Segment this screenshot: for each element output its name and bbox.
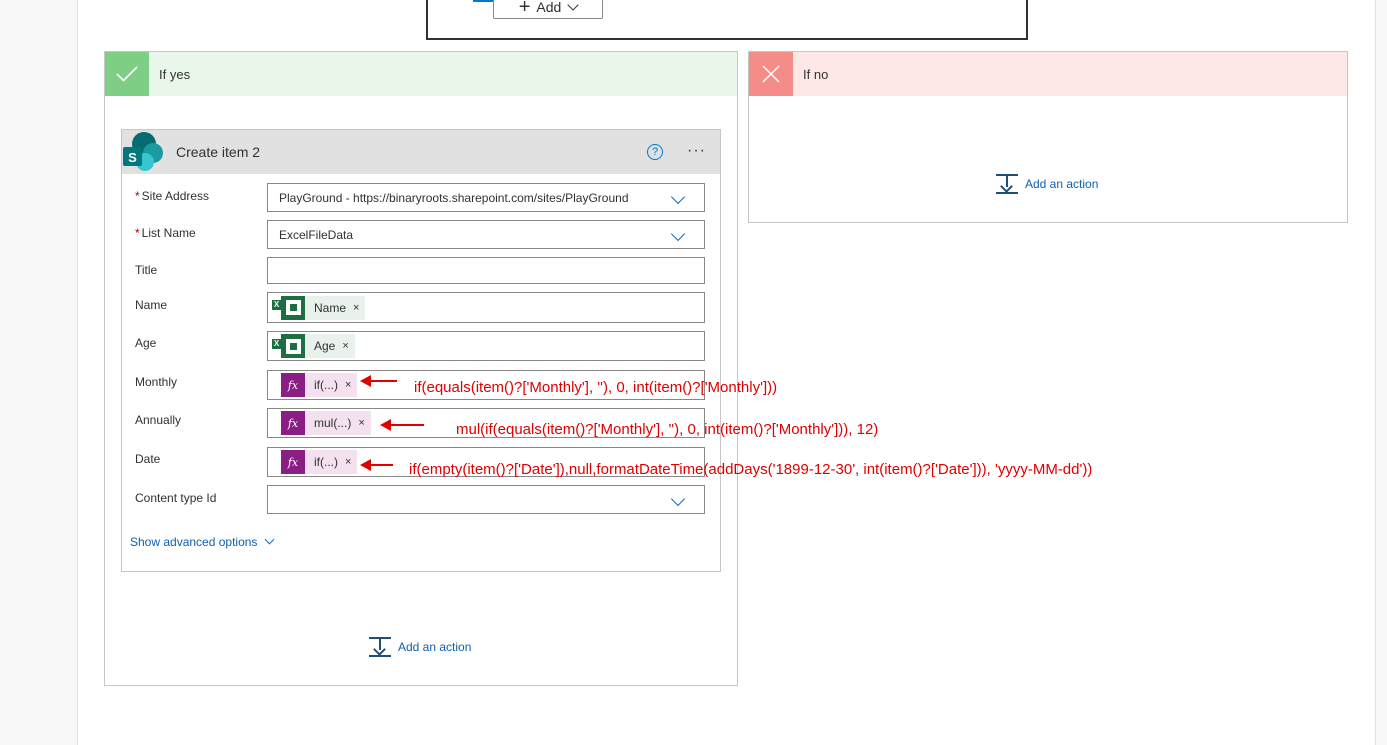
add-action-icon	[996, 174, 1018, 194]
annually-label: Annually	[135, 413, 182, 427]
content-type-id-label: Content type Id	[135, 491, 217, 505]
title-field[interactable]	[267, 257, 705, 284]
name-field[interactable]: X Name ×	[267, 292, 705, 323]
annotation-monthly: if(equals(item()?['Monthly'], ''), 0, in…	[414, 379, 778, 396]
annotation-arrow-monthly	[360, 375, 397, 387]
expression-icon: fx	[281, 373, 305, 397]
chevron-down-icon[interactable]	[670, 491, 686, 507]
svg-text:S: S	[128, 150, 137, 165]
site-address-value: PlayGround - https://binaryroots.sharepo…	[279, 190, 629, 205]
annually-expression-token[interactable]: fx mul(...) ×	[281, 411, 371, 435]
required-marker: *	[135, 226, 140, 240]
add-action-label: Add an action	[398, 640, 472, 654]
create-item-card: S Create item 2 ? ··· * Site Address Play…	[121, 129, 721, 572]
remove-token-icon[interactable]: ×	[342, 340, 348, 352]
condition-connector	[473, 0, 495, 2]
monthly-label: Monthly	[135, 375, 178, 389]
card-title: Create item 2	[176, 144, 261, 160]
age-token[interactable]: X Age ×	[272, 334, 355, 358]
site-address-label: * Site Address	[135, 189, 210, 203]
add-action-label: Add an action	[1025, 177, 1099, 191]
add-button[interactable]: + Add	[493, 0, 603, 19]
help-icon[interactable]: ?	[647, 144, 663, 160]
age-label: Age	[135, 336, 157, 350]
monthly-expression-token[interactable]: fx if(...) ×	[281, 373, 358, 397]
remove-token-icon[interactable]: ×	[345, 379, 351, 391]
expression-icon: fx	[281, 411, 305, 435]
chevron-down-icon	[567, 0, 579, 11]
chevron-down-icon	[264, 534, 275, 545]
list-name-label: * List Name	[135, 226, 196, 240]
chevron-down-icon[interactable]	[670, 189, 686, 205]
annotation-arrow-date	[360, 459, 393, 471]
annotation-annually: mul(if(equals(item()?['Monthly'], ''), 0…	[456, 421, 879, 438]
list-name-field[interactable]: ExcelFileData	[267, 220, 705, 249]
annotation-date: if(empty(item()?['Date']),null,formatDat…	[409, 461, 1093, 478]
remove-token-icon[interactable]: ×	[353, 302, 359, 314]
remove-token-icon[interactable]: ×	[345, 456, 351, 468]
if-yes-add-action[interactable]: Add an action	[369, 637, 471, 657]
if-no-branch: If no	[748, 51, 1348, 223]
age-field[interactable]: X Age ×	[267, 331, 705, 361]
show-advanced-options[interactable]: Show advanced options	[130, 534, 275, 549]
content-type-id-field[interactable]	[267, 485, 705, 514]
if-no-title: If no	[803, 66, 829, 82]
name-label: Name	[135, 298, 168, 312]
excel-icon: X	[272, 334, 305, 358]
plus-icon: +	[518, 0, 531, 18]
if-no-add-action[interactable]: Add an action	[996, 174, 1098, 194]
date-label: Date	[135, 452, 161, 466]
close-icon	[749, 52, 793, 96]
card-header[interactable]: S Create item 2 ? ···	[122, 130, 720, 174]
sharepoint-icon: S	[123, 132, 163, 171]
date-expression-token[interactable]: fx if(...) ×	[281, 450, 358, 474]
if-no-header[interactable]: If no	[749, 52, 1347, 96]
site-address-field[interactable]: PlayGround - https://binaryroots.sharepo…	[267, 183, 705, 212]
add-button-label: Add	[536, 0, 562, 15]
name-token[interactable]: X Name ×	[272, 295, 366, 320]
annotation-arrow-annually	[380, 419, 424, 431]
excel-icon: X	[272, 295, 305, 320]
if-yes-title: If yes	[159, 66, 191, 82]
add-action-icon	[369, 637, 391, 657]
checkmark-icon	[105, 52, 149, 96]
chevron-down-icon[interactable]	[670, 226, 686, 242]
expression-icon: fx	[281, 450, 305, 474]
list-name-value: ExcelFileData	[279, 227, 354, 242]
if-yes-header[interactable]: If yes	[105, 52, 737, 96]
required-marker: *	[135, 189, 140, 203]
remove-token-icon[interactable]: ×	[358, 417, 364, 429]
title-label: Title	[135, 263, 158, 277]
more-options-icon[interactable]: ···	[687, 142, 706, 160]
